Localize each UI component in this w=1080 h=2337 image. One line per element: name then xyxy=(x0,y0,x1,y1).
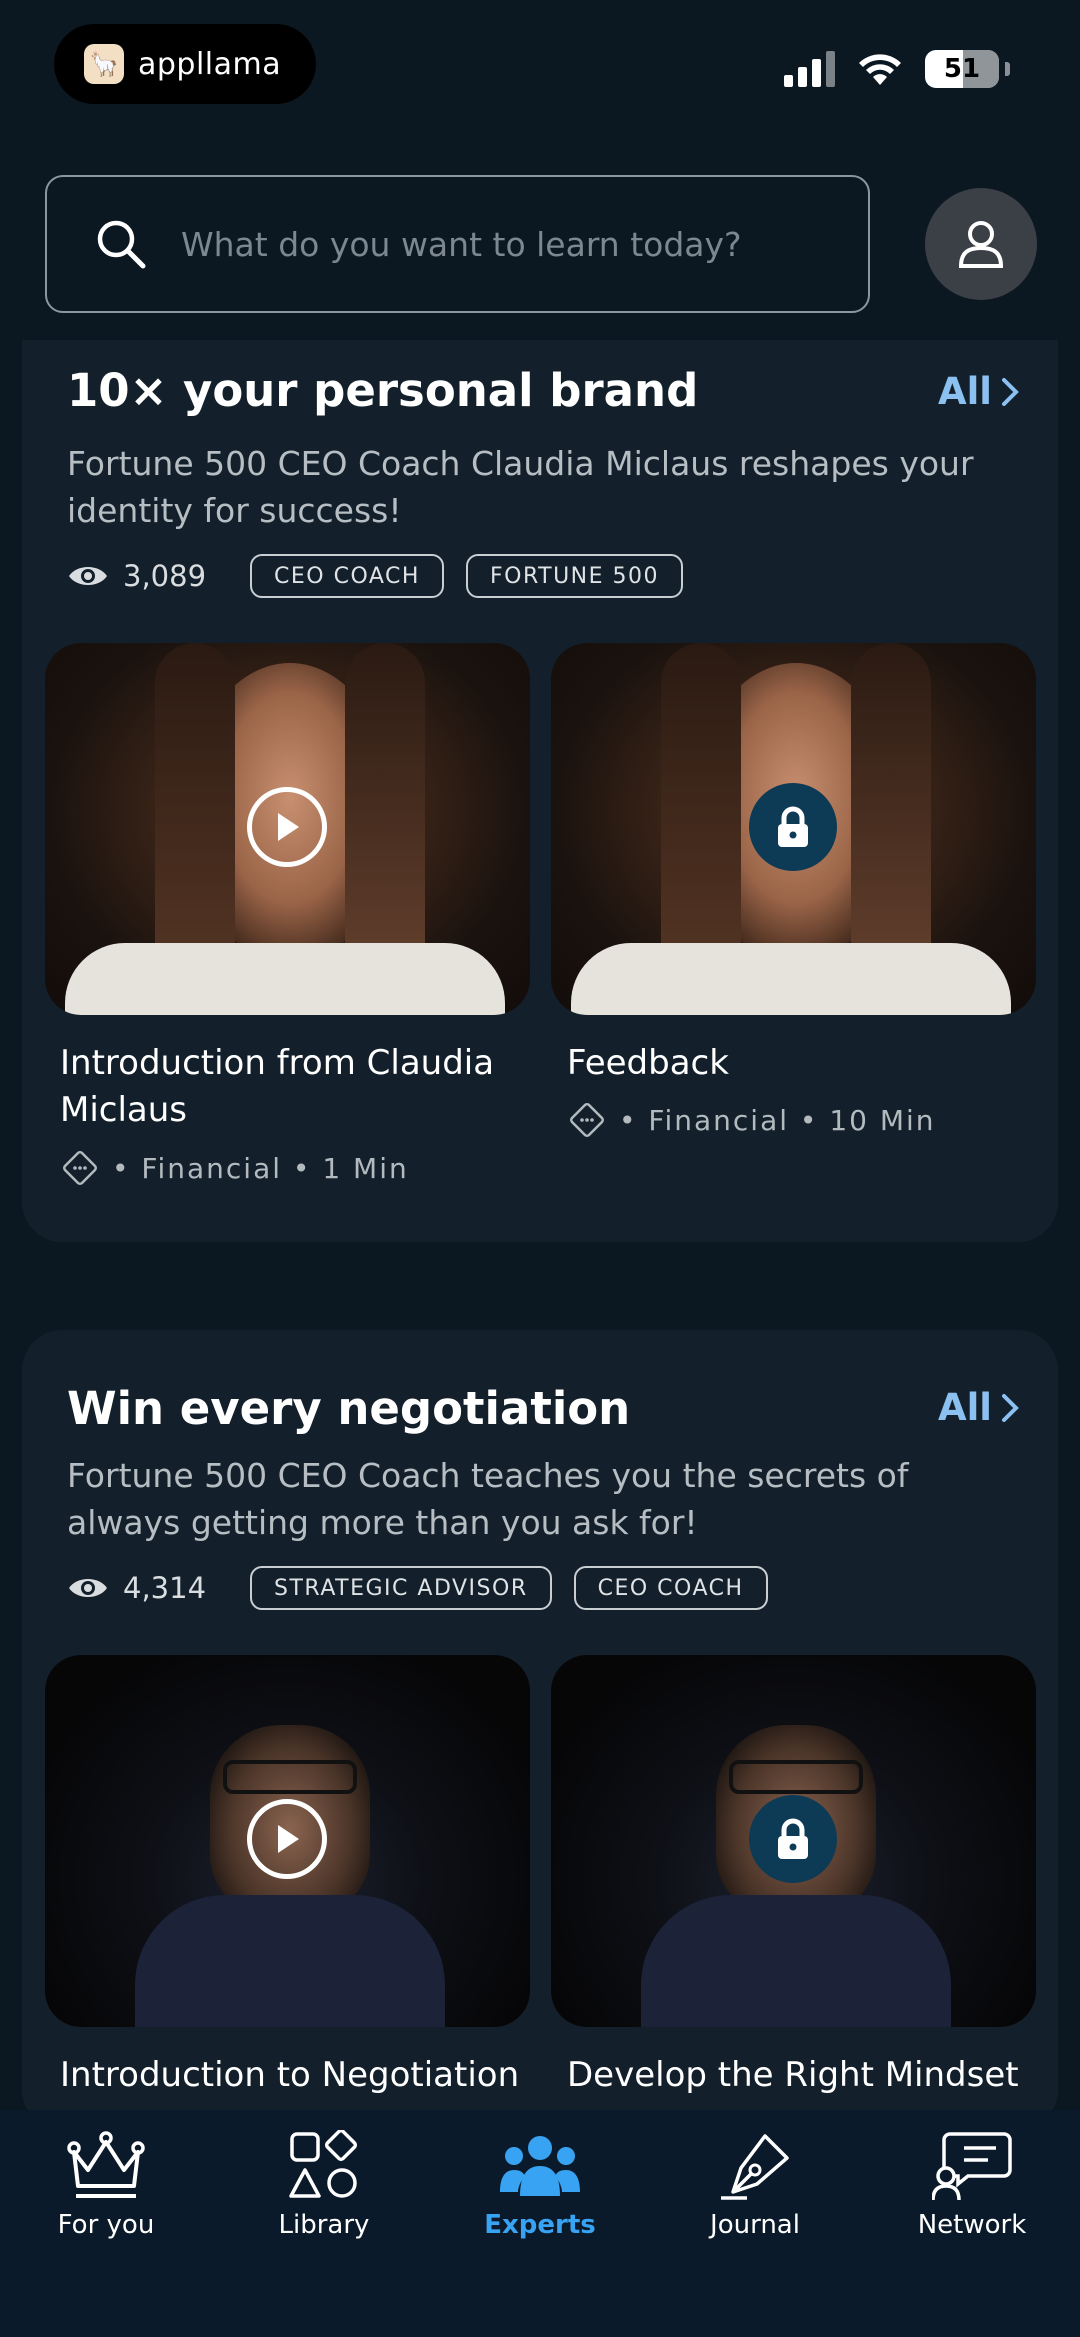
cellular-signal-icon xyxy=(784,51,835,87)
lock-badge xyxy=(749,783,837,871)
video-meta: • Financial • 1 Min xyxy=(60,1148,409,1188)
search-bar[interactable] xyxy=(45,175,870,313)
see-all-link[interactable]: All xyxy=(938,1386,1020,1429)
shapes-icon xyxy=(289,2130,358,2198)
view-count-value: 3,089 xyxy=(123,559,207,593)
nav-label: Network xyxy=(917,2210,1027,2240)
battery-level: 51 xyxy=(943,54,981,84)
video-thumbnail[interactable] xyxy=(45,1655,530,2027)
tag[interactable]: CEO COACH xyxy=(250,554,444,598)
search-icon xyxy=(97,220,146,269)
battery-tip xyxy=(1005,62,1010,76)
section-title: 10× your personal brand xyxy=(67,364,699,417)
section-description: Fortune 500 CEO Coach teaches you the se… xyxy=(67,1456,909,1542)
play-button[interactable] xyxy=(247,1799,327,1879)
battery-icon: 51 xyxy=(925,50,999,88)
chat-user-icon xyxy=(932,2132,1012,2201)
nav-label: Journal xyxy=(710,2210,800,2240)
eye-icon xyxy=(69,567,107,585)
video-thumbnail[interactable] xyxy=(45,643,530,1015)
profile-button[interactable] xyxy=(925,188,1037,300)
app-indicator-pill[interactable]: 🦙 appllama xyxy=(54,24,316,104)
tag[interactable]: FORTUNE 500 xyxy=(465,554,684,598)
section-description: Fortune 500 CEO Coach Claudia Miclaus re… xyxy=(67,444,974,530)
video-meta: • Financial • 10 Min xyxy=(567,1100,936,1140)
bottom-navigation: For you Library Experts Journal Network xyxy=(0,2110,1080,2337)
status-icons: 51 xyxy=(784,50,1010,88)
course-card-negotiation: Win every negotiation All Fortune 500 CE… xyxy=(22,1330,1058,2130)
lock-badge xyxy=(749,1795,837,1883)
lock-icon xyxy=(778,1818,808,1859)
play-icon xyxy=(278,1825,299,1853)
see-all-label: All xyxy=(937,1386,992,1429)
view-count: 3,089 xyxy=(67,559,206,593)
nav-item-experts[interactable]: Experts xyxy=(440,2130,640,2240)
see-all-link[interactable]: All xyxy=(938,370,1020,413)
video-meta-text: • Financial • 1 Min xyxy=(112,1151,409,1185)
video-title[interactable]: Introduction from Claudia Miclaus xyxy=(60,1040,520,1134)
nav-item-for-you[interactable]: For you xyxy=(6,2130,206,2240)
chevron-right-icon xyxy=(1002,1393,1019,1422)
video-meta-text: • Financial • 10 Min xyxy=(619,1103,936,1137)
eye-icon xyxy=(69,1579,107,1597)
nav-label: Library xyxy=(278,2210,370,2240)
view-count: 4,314 xyxy=(67,1571,206,1605)
status-bar: 🦙 appllama 51 xyxy=(0,0,1080,140)
diamond-icon xyxy=(63,1151,97,1185)
nav-item-library[interactable]: Library xyxy=(224,2130,424,2240)
section-meta: 4,314 STRATEGIC ADVISOR CEO COACH xyxy=(67,1566,790,1610)
video-title[interactable]: Feedback xyxy=(567,1040,1027,1087)
nav-label: Experts xyxy=(484,2210,596,2240)
play-icon xyxy=(278,813,299,841)
wifi-icon xyxy=(859,54,901,85)
search-input[interactable] xyxy=(181,224,821,264)
video-title[interactable]: Introduction to Negotiation xyxy=(60,2052,550,2099)
llama-logo-icon: 🦙 xyxy=(84,44,124,84)
pen-nib-icon xyxy=(721,2134,789,2200)
nav-item-journal[interactable]: Journal xyxy=(655,2130,855,2240)
nav-item-network[interactable]: Network xyxy=(872,2130,1072,2240)
lock-icon xyxy=(778,806,808,847)
people-icon xyxy=(500,2136,580,2196)
play-button[interactable] xyxy=(247,787,327,867)
crown-icon xyxy=(67,2131,145,2198)
tag[interactable]: STRATEGIC ADVISOR xyxy=(250,1566,552,1610)
see-all-label: All xyxy=(937,370,992,413)
chevron-right-icon xyxy=(1002,377,1019,406)
diamond-icon xyxy=(570,1103,604,1137)
tag[interactable]: CEO COACH xyxy=(573,1566,768,1610)
video-title[interactable]: Develop the Right Mindset xyxy=(567,2052,1047,2099)
video-thumbnail[interactable] xyxy=(551,643,1036,1015)
user-icon xyxy=(958,221,1004,268)
video-thumbnail[interactable] xyxy=(551,1655,1036,2027)
course-card-personal-brand: 10× your personal brand All Fortune 500 … xyxy=(22,340,1058,1242)
view-count-value: 4,314 xyxy=(123,1571,207,1605)
section-title: Win every negotiation xyxy=(67,1382,631,1435)
section-meta: 3,089 CEO COACH FORTUNE 500 xyxy=(67,554,705,598)
app-name: appllama xyxy=(138,46,282,82)
nav-label: For you xyxy=(57,2210,155,2240)
